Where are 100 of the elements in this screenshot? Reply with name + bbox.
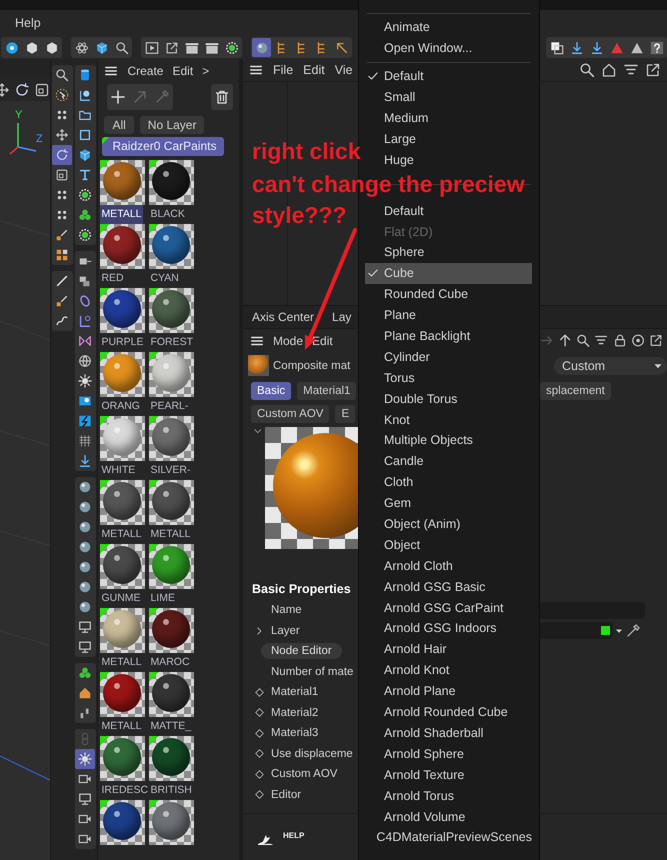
menu-item[interactable]: Arnold Texture bbox=[365, 764, 532, 786]
lock-icon[interactable] bbox=[612, 333, 627, 348]
tab[interactable]: Custom AOV bbox=[251, 404, 330, 422]
annotation-text: can't change the preciew bbox=[252, 171, 525, 197]
menu-item[interactable]: Object (Anim) bbox=[365, 514, 532, 534]
menu-item[interactable]: Cylinder bbox=[365, 346, 532, 368]
menu-item[interactable]: Knot bbox=[365, 409, 532, 430]
menu-item[interactable]: Object bbox=[365, 534, 532, 556]
menu-item[interactable]: Arnold GSG CarPaint bbox=[365, 597, 532, 618]
keyframe-diamond-icon[interactable] bbox=[254, 748, 264, 760]
material-name: MATTE_ bbox=[149, 719, 192, 734]
help-link[interactable]: HELP bbox=[283, 830, 304, 840]
target-icon[interactable] bbox=[630, 333, 645, 348]
menu-item[interactable]: Rounded Cube bbox=[365, 284, 532, 305]
layer-field[interactable] bbox=[538, 622, 613, 640]
panel-tab[interactable]: Axis Center bbox=[252, 310, 314, 324]
menu-item[interactable]: Arnold Plane bbox=[365, 680, 532, 702]
filter-button[interactable]: No Layer bbox=[140, 116, 204, 134]
menu-item[interactable]: Help bbox=[15, 16, 41, 30]
menu-item[interactable]: Vie bbox=[334, 63, 353, 77]
property-label: Material3 bbox=[271, 727, 318, 740]
material-name: CYAN bbox=[149, 271, 180, 286]
menu-item[interactable]: Multiple Objects bbox=[365, 430, 532, 451]
menu-item[interactable]: Cube bbox=[365, 262, 532, 284]
tab[interactable]: Basic bbox=[251, 382, 292, 400]
panel-tab[interactable]: Lay bbox=[332, 310, 352, 324]
menu-item[interactable]: Sphere bbox=[365, 242, 532, 263]
menu-item[interactable]: Mode bbox=[273, 334, 304, 348]
menu-item[interactable]: Huge bbox=[365, 149, 532, 170]
material-name: LIME bbox=[149, 591, 176, 606]
home-icon[interactable] bbox=[601, 62, 617, 78]
material-name: GUNME bbox=[100, 591, 142, 606]
material-name: SILVER- bbox=[149, 463, 192, 478]
menu-item[interactable]: Gem bbox=[365, 492, 532, 514]
menu-item[interactable]: Arnold Volume bbox=[365, 806, 532, 827]
tab[interactable]: splacement bbox=[540, 382, 611, 400]
property-label: Editor bbox=[271, 788, 302, 801]
menu-item[interactable]: Arnold Knot bbox=[365, 660, 532, 681]
menu-item[interactable]: Candle bbox=[365, 450, 532, 472]
keyframe-diamond-icon[interactable] bbox=[254, 686, 264, 698]
material-name: ORANG bbox=[100, 399, 141, 414]
keyframe-diamond-icon[interactable] bbox=[254, 789, 264, 800]
keyframe-diamond-icon[interactable] bbox=[254, 728, 264, 739]
tab[interactable]: E bbox=[335, 404, 356, 422]
trash-icon[interactable] bbox=[211, 84, 233, 110]
material-name: PEARL- bbox=[149, 399, 190, 414]
preset-dropdown[interactable]: Custom bbox=[554, 356, 667, 374]
menu-item[interactable]: Double Torus bbox=[365, 388, 532, 410]
menu-item[interactable]: Arnold Rounded Cube bbox=[365, 702, 532, 722]
material-name: MAROC bbox=[149, 655, 191, 670]
menu-item[interactable]: Small bbox=[365, 86, 532, 108]
menu-item[interactable]: File bbox=[273, 63, 294, 77]
menu-item[interactable]: Torus bbox=[365, 367, 532, 388]
material-name: BRITISH bbox=[149, 783, 193, 798]
menu-item[interactable]: Arnold Shaderball bbox=[365, 722, 532, 744]
menu-item[interactable]: Plane Backlight bbox=[365, 326, 532, 346]
search-icon[interactable] bbox=[579, 62, 595, 78]
keyframe-diamond-icon[interactable] bbox=[254, 707, 264, 718]
menu-item[interactable]: Create bbox=[127, 64, 164, 78]
sun-icon[interactable] bbox=[75, 749, 96, 769]
property-label: Material2 bbox=[271, 706, 318, 719]
node-editor-button[interactable]: Node Editor bbox=[261, 643, 342, 660]
external-link-icon[interactable] bbox=[645, 62, 661, 78]
up-arrow-icon[interactable] bbox=[558, 333, 572, 348]
material-name: WHITE bbox=[100, 463, 136, 478]
menu-item[interactable]: Edit bbox=[303, 63, 325, 77]
menu-item[interactable]: Default bbox=[365, 200, 532, 222]
filter-button[interactable]: All bbox=[104, 116, 134, 134]
eyedropper-icon[interactable] bbox=[625, 622, 641, 639]
menu-item[interactable]: C4DMaterialPreviewScenes bbox=[365, 826, 532, 848]
scale-icon[interactable] bbox=[34, 82, 50, 98]
layer-tag[interactable]: Raidzer0 CarPaints bbox=[102, 137, 224, 156]
menu-item[interactable]: Arnold GSG Indoors bbox=[365, 618, 532, 639]
external-link-icon[interactable] bbox=[648, 333, 663, 348]
axis-label: Z bbox=[36, 133, 43, 145]
menu-item[interactable]: Arnold GSG Basic bbox=[365, 576, 532, 598]
keyframe-diamond-icon[interactable] bbox=[254, 768, 264, 780]
material-name: RED bbox=[100, 271, 125, 286]
rotate-icon[interactable] bbox=[52, 145, 72, 165]
menu-item[interactable]: Arnold Cloth bbox=[365, 555, 532, 576]
section-title: Basic Properties bbox=[252, 582, 351, 596]
menu-item[interactable]: Medium bbox=[365, 108, 532, 128]
menu-item[interactable]: Animate bbox=[365, 17, 532, 38]
search-icon[interactable] bbox=[576, 333, 590, 348]
rotate-icon[interactable] bbox=[14, 82, 30, 98]
menu-item[interactable]: Large bbox=[365, 128, 532, 150]
menu-item[interactable]: Arnold Sphere bbox=[365, 743, 532, 764]
menu-item[interactable]: Arnold Hair bbox=[365, 638, 532, 660]
annotation-text: right click bbox=[252, 138, 361, 164]
text-field[interactable] bbox=[538, 602, 645, 619]
menu-item[interactable]: Arnold Torus bbox=[365, 785, 532, 806]
menu-item[interactable]: Cloth bbox=[365, 472, 532, 493]
property-label: Custom AOV bbox=[271, 768, 338, 780]
object-name: Composite mat bbox=[273, 360, 350, 372]
menu-item[interactable]: > bbox=[202, 64, 210, 78]
hamburger-menu-icon[interactable] bbox=[249, 63, 263, 77]
menu-item[interactable]: Plane bbox=[365, 304, 532, 326]
tab[interactable]: Material1 bbox=[297, 382, 356, 400]
menu-item[interactable]: Default bbox=[365, 66, 532, 87]
menu-item[interactable]: Edit bbox=[172, 64, 194, 78]
